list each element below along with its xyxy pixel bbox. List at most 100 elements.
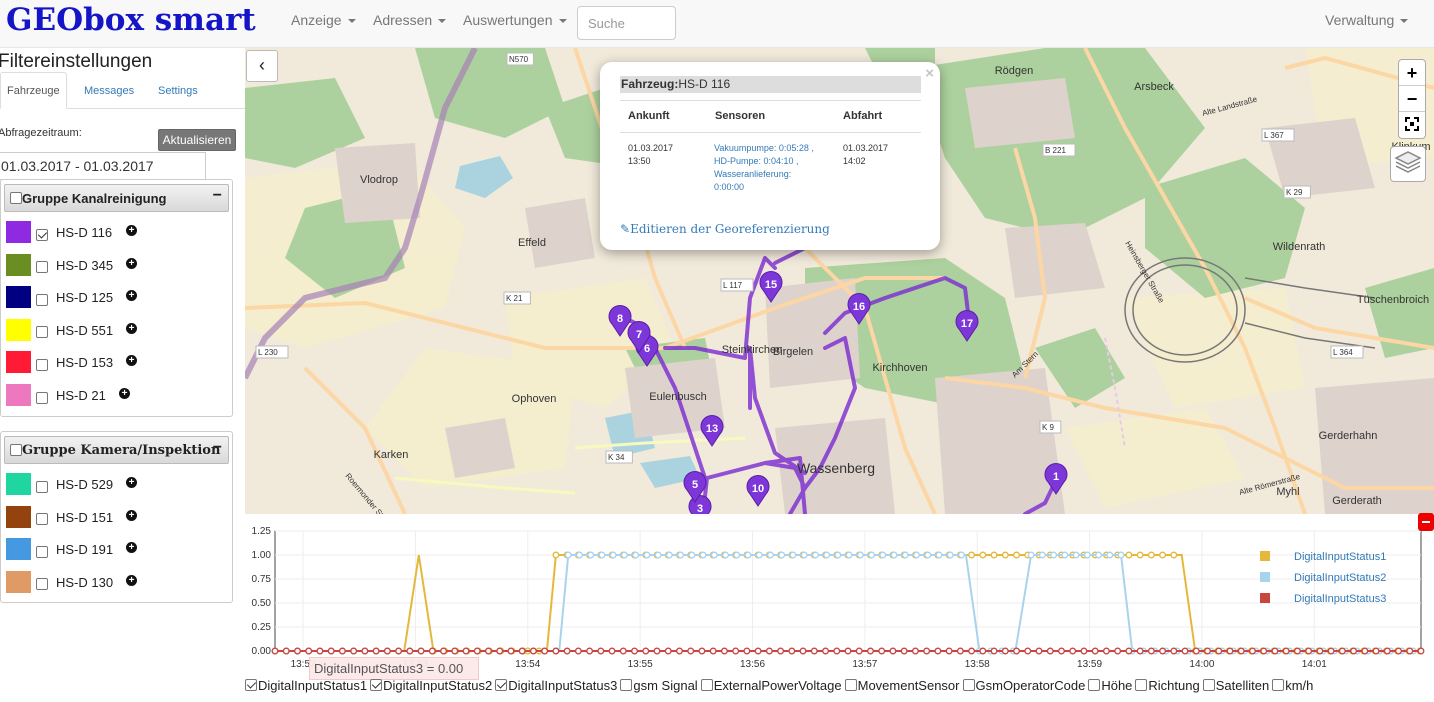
refresh-button[interactable]: Aktualisieren [158, 129, 236, 151]
sensor-line: Wasseranlieferung: [714, 169, 792, 179]
vehicle-checkbox[interactable] [36, 358, 48, 371]
vehicle-checkbox[interactable] [36, 513, 48, 526]
vehicle-checkbox[interactable] [36, 391, 48, 404]
vehicle-checkbox[interactable] [36, 261, 48, 274]
plus-circle-icon[interactable]: + [126, 225, 137, 236]
x-tick-label: 13:54 [515, 659, 540, 670]
plus-circle-icon[interactable]: + [126, 542, 137, 554]
tab-fahrzeuge[interactable]: Fahrzeuge [0, 72, 67, 109]
nav-verwaltung[interactable]: Verwaltung [1325, 12, 1409, 28]
legend-label[interactable]: DigitalInputStatus2 [1294, 572, 1386, 584]
vehicle-checkbox[interactable] [36, 326, 48, 339]
group-checkbox[interactable] [10, 444, 22, 456]
zoom-in-button[interactable]: + [1399, 60, 1425, 86]
collapse-sidebar-button[interactable]: ‹ [246, 50, 278, 82]
series-toggle[interactable]: Höhe [1088, 678, 1132, 693]
series-toggle[interactable]: MovementSensor [844, 678, 960, 693]
plus-circle-icon[interactable]: + [119, 387, 130, 399]
x-tick-label: 13:59 [1077, 659, 1102, 670]
series-toggle-checkbox[interactable] [700, 679, 713, 691]
series-toggle-checkbox[interactable] [1088, 679, 1101, 691]
fullscreen-button[interactable] [1399, 112, 1425, 138]
vehicle-color-swatch [6, 505, 31, 528]
series-point-2 [587, 551, 595, 559]
series-toggle-checkbox[interactable] [370, 679, 383, 691]
vehicle-checkbox[interactable] [36, 228, 48, 241]
vehicle-checkbox[interactable] [36, 480, 48, 493]
y-tick-label: 0.50 [252, 598, 272, 609]
edit-georeference-link[interactable]: ✎Editieren der Georeferenzierung [620, 222, 830, 236]
search-input[interactable] [577, 6, 676, 40]
series-toggle-checkbox[interactable] [962, 679, 975, 691]
plus-circle-icon[interactable]: + [126, 257, 137, 269]
collapse-minus-icon[interactable]: − [213, 439, 222, 457]
date-range-input[interactable]: 01.03.2017 - 01.03.2017 [0, 152, 206, 180]
nav-anzeige[interactable]: Anzeige [291, 12, 356, 28]
zoom-out-button[interactable]: − [1399, 86, 1425, 112]
series-point-3 [1114, 647, 1122, 655]
group-checkbox[interactable] [10, 192, 22, 204]
tab-messages[interactable]: Messages [84, 85, 134, 97]
series-toggle-checkbox[interactable] [844, 679, 857, 691]
series-toggle[interactable]: DigitalInputStatus2 [370, 678, 492, 693]
legend-label[interactable]: DigitalInputStatus3 [1294, 593, 1386, 605]
series-toggle-checkbox[interactable] [1202, 679, 1215, 691]
series-toggle-checkbox[interactable] [245, 679, 257, 691]
close-icon[interactable]: × [925, 65, 934, 82]
nav-auswertungen[interactable]: Auswertungen [463, 12, 567, 28]
close-chart-button[interactable] [1418, 513, 1434, 531]
series-toggle[interactable]: km/h [1272, 678, 1313, 693]
series-point-3 [1159, 647, 1167, 655]
series-toggle[interactable]: DigitalInputStatus1 [245, 678, 367, 693]
series-point-3 [1316, 647, 1324, 655]
tab-settings[interactable]: Settings [158, 85, 198, 97]
legend-label[interactable]: DigitalInputStatus1 [1294, 551, 1386, 563]
chart-canvas[interactable]: 0.000.250.500.751.001.2513:5213:5313:541… [245, 520, 1434, 678]
plus-circle-icon[interactable]: + [126, 477, 137, 488]
vehicle-row: HS-D 130 + [1, 566, 232, 599]
road-label: L 230 [255, 345, 289, 359]
series-toggle[interactable]: Satelliten [1202, 678, 1269, 693]
plus-circle-icon[interactable]: + [126, 290, 137, 302]
series-point-3 [518, 647, 526, 655]
series-point-3 [720, 647, 728, 655]
road-label-text: L 364 [1333, 348, 1353, 357]
series-point-3 [1282, 647, 1290, 655]
marker-number: 7 [636, 329, 642, 341]
series-toggle-label: gsm Signal [633, 678, 698, 693]
series-point-2 [609, 551, 617, 559]
plus-circle-icon[interactable]: + [126, 322, 137, 334]
series-toggle-checkbox[interactable] [1272, 679, 1285, 691]
nav-adressen[interactable]: Adressen [373, 12, 447, 28]
plus-circle-icon[interactable]: + [126, 509, 137, 521]
road-label: B 221 [1042, 143, 1076, 157]
series-toggle[interactable]: GsmOperatorCode [962, 678, 1085, 693]
series-point-3 [709, 647, 717, 655]
series-point-3 [406, 647, 414, 655]
plus-circle-icon[interactable]: + [126, 355, 137, 367]
series-toggle[interactable]: Richtung [1135, 678, 1200, 693]
series-toggle[interactable]: ExternalPowerVoltage [700, 678, 842, 693]
group-header[interactable]: Gruppe Kanalreinigung − [4, 184, 229, 212]
vehicle-color-swatch [6, 221, 31, 243]
series-point-3 [372, 647, 380, 655]
plus-circle-icon[interactable]: + [126, 574, 137, 586]
series-toggle-checkbox[interactable] [495, 679, 508, 691]
vehicle-checkbox[interactable] [36, 578, 48, 591]
series-point-3 [282, 647, 290, 655]
series-point-3 [844, 647, 852, 655]
group-header[interactable]: Gruppe Kamera/Inspektion − [4, 436, 229, 464]
sensor-line: Vakuumpumpe: 0:05:28 , [714, 143, 814, 153]
series-toggle[interactable]: DigitalInputStatus3 [495, 678, 617, 693]
vehicle-checkbox[interactable] [36, 293, 48, 306]
vehicle-color-swatch [6, 253, 31, 276]
series-toggle-checkbox[interactable] [1135, 679, 1148, 691]
layers-button[interactable] [1390, 146, 1426, 182]
brand-logo[interactable]: GEObox smart [6, 2, 256, 38]
series-point-3 [911, 647, 919, 655]
vehicle-checkbox[interactable] [36, 545, 48, 558]
series-point-2 [890, 551, 898, 559]
collapse-minus-icon[interactable]: − [213, 187, 222, 205]
series-toggle-checkbox[interactable] [620, 679, 633, 691]
series-toggle[interactable]: gsm Signal [620, 678, 698, 693]
